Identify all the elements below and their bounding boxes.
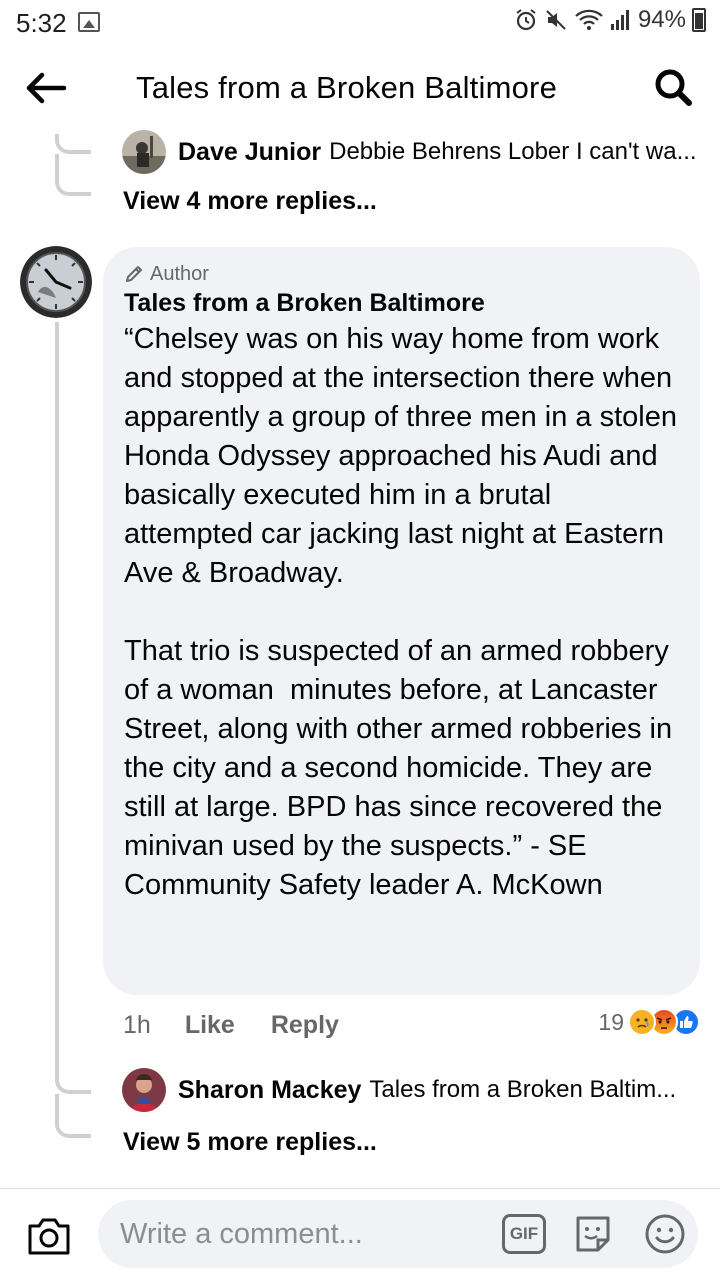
reply-button[interactable]: Reply bbox=[271, 1011, 339, 1040]
thread-line bbox=[55, 322, 59, 1082]
pencil-icon bbox=[126, 266, 142, 282]
sad-reaction-icon bbox=[628, 1008, 656, 1036]
comment-actions: 1h Like Reply 19 bbox=[123, 1008, 700, 1042]
battery-icon bbox=[692, 8, 706, 32]
comment-timestamp[interactable]: 1h bbox=[123, 1011, 151, 1040]
author-avatar[interactable] bbox=[20, 246, 92, 318]
comment-input[interactable] bbox=[120, 1200, 490, 1268]
search-button[interactable] bbox=[652, 66, 694, 108]
avatar[interactable] bbox=[122, 1068, 166, 1112]
alarm-icon bbox=[516, 9, 536, 31]
thread-connector bbox=[55, 154, 91, 196]
view-more-replies-link[interactable]: View 4 more replies... bbox=[123, 187, 377, 216]
comment-text: “Chelsey was on his way home from work a… bbox=[124, 323, 677, 901]
comment-composer[interactable]: GIF bbox=[98, 1200, 698, 1268]
like-button[interactable]: Like bbox=[185, 1011, 235, 1040]
reply-author-name[interactable]: Sharon Mackey bbox=[178, 1076, 361, 1105]
status-bar: 5:32 94% bbox=[0, 0, 720, 44]
reply-preview[interactable]: Dave Junior Debbie Behrens Lober I can't… bbox=[122, 130, 697, 174]
reply-text: Debbie Behrens Lober I can't wa... bbox=[329, 138, 697, 165]
app-header: Tales from a Broken Baltimore bbox=[0, 44, 720, 132]
page-title: Tales from a Broken Baltimore bbox=[136, 70, 558, 105]
image-notification-icon bbox=[78, 12, 100, 32]
emoji-button[interactable] bbox=[643, 1212, 687, 1256]
reply-text: Tales from a Broken Baltim... bbox=[369, 1076, 677, 1103]
gif-button[interactable]: GIF bbox=[502, 1214, 546, 1254]
wifi-icon bbox=[575, 9, 603, 30]
author-badge: Author bbox=[124, 261, 680, 287]
thread-connector bbox=[55, 134, 91, 154]
reaction-count: 19 bbox=[598, 1008, 624, 1035]
status-time: 5:32 bbox=[16, 8, 67, 38]
sticker-button[interactable] bbox=[572, 1212, 614, 1256]
back-button[interactable] bbox=[22, 68, 70, 108]
mute-icon bbox=[546, 10, 566, 30]
comment-author-name[interactable]: Tales from a Broken Baltimore bbox=[124, 289, 680, 318]
author-badge-label: Author bbox=[150, 262, 209, 285]
view-more-replies-link[interactable]: View 5 more replies... bbox=[123, 1128, 377, 1157]
reaction-summary[interactable]: 19 bbox=[598, 1008, 700, 1036]
thread-connector bbox=[55, 1094, 91, 1138]
reply-preview[interactable]: Sharon Mackey Tales from a Broken Baltim… bbox=[122, 1068, 676, 1112]
signal-icon bbox=[610, 10, 629, 30]
status-icons: 94% bbox=[514, 6, 706, 34]
thread-connector bbox=[55, 1070, 91, 1094]
reply-author-name[interactable]: Dave Junior bbox=[178, 138, 321, 167]
comment-bubble[interactable]: Author Tales from a Broken Baltimore “Ch… bbox=[103, 247, 700, 995]
camera-button[interactable] bbox=[26, 1216, 72, 1256]
battery-percent: 94% bbox=[637, 6, 686, 33]
avatar[interactable] bbox=[122, 130, 166, 174]
composer-divider bbox=[0, 1188, 720, 1189]
